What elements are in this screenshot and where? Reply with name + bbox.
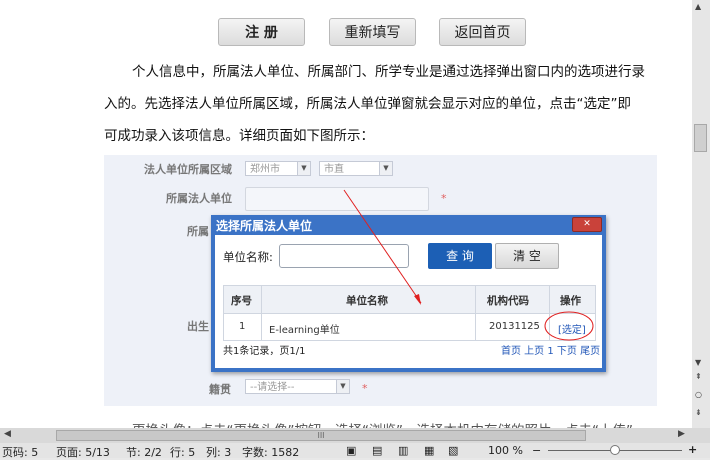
annotation-arrow (343, 189, 422, 304)
paragraph-line-4: 更换头像：点击“更换头像”按钮，选择“浏览”，选择本机中存储的照片，点击“上传” (132, 419, 633, 428)
annotation-overlay (343, 189, 594, 341)
scroll-up-icon[interactable]: ▲ (695, 2, 701, 11)
horizontal-scrollbar[interactable]: ◀ III ▶ (0, 428, 710, 443)
annotation-circle (544, 311, 594, 341)
outline-view-icon[interactable]: ▥ (398, 444, 408, 457)
scroll-right-icon[interactable]: ▶ (678, 429, 685, 439)
select-browse-icon[interactable]: ○ (695, 390, 702, 399)
reading-view-icon[interactable]: ▧ (448, 444, 458, 457)
zoom-out-icon[interactable]: − (532, 444, 541, 457)
scroll-thumb[interactable]: III (56, 430, 586, 441)
scroll-thumb[interactable] (694, 124, 707, 152)
web-view-icon[interactable]: ▦ (424, 444, 434, 457)
next-page-icon[interactable]: ⇟ (695, 408, 702, 417)
prev-page-icon[interactable]: ⇞ (695, 372, 702, 381)
scroll-down-icon[interactable]: ▼ (695, 358, 701, 367)
zoom-slider-handle[interactable] (610, 445, 620, 455)
status-bar: 页码: 5 页面: 5/13 节: 2/2 行: 5 列: 3 字数: 1582… (0, 443, 710, 459)
document-page: 注 册 重新填写 返回首页 个人信息中，所属法人单位、所属部门、所学专业是通过选… (0, 0, 692, 428)
vertical-scrollbar[interactable]: ▲ ▼ ⇞ ○ ⇟ (692, 0, 710, 428)
zoom-level: 100 % (488, 444, 523, 457)
page-view-icon[interactable]: ▤ (372, 444, 382, 457)
scroll-left-icon[interactable]: ◀ (4, 429, 11, 439)
full-screen-icon[interactable]: ▣ (346, 444, 356, 457)
arrow-head-icon (414, 294, 421, 305)
zoom-in-icon[interactable]: + (688, 443, 697, 456)
